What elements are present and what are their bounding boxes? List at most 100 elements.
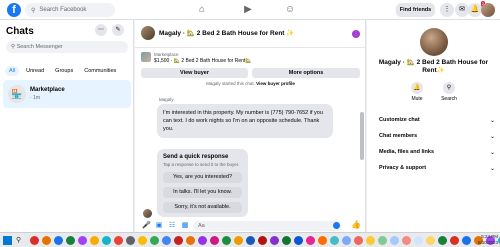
taskbar-apps: [30, 236, 500, 245]
privacy-support-label: Privacy & support: [379, 165, 427, 171]
message-input[interactable]: Aa: [193, 221, 341, 231]
taskbar-app-icon[interactable]: [102, 236, 111, 245]
taskbar-app-icon[interactable]: [282, 236, 291, 245]
listing-thumbnail[interactable]: [141, 52, 151, 62]
quick-reply-in-talks[interactable]: In talks. I'll let you know.: [163, 187, 242, 198]
taskbar-app-icon[interactable]: [210, 236, 219, 245]
taskbar-app-icon[interactable]: [246, 236, 255, 245]
more-options-button[interactable]: More options: [252, 68, 360, 78]
taskbar-app-icon[interactable]: [330, 236, 339, 245]
view-buyer-button[interactable]: View buyer: [141, 68, 248, 78]
chat-list-item-marketplace[interactable]: 🏪 Marketplace · 1m: [3, 80, 131, 108]
taskbar-app-icon[interactable]: [222, 236, 231, 245]
system-tray-clock[interactable]: 5:24 PM 8/10/2023: [448, 234, 498, 246]
filter-communities[interactable]: Communities: [80, 66, 120, 76]
taskbar-app-icon[interactable]: [90, 236, 99, 245]
taskbar-app-icon[interactable]: [390, 236, 399, 245]
taskbar-app-icon[interactable]: [294, 236, 303, 245]
taskbar-app-icon[interactable]: [234, 236, 243, 245]
quick-reply-yes[interactable]: Yes, are you interested?: [163, 172, 242, 183]
taskbar-app-icon[interactable]: [426, 236, 435, 245]
view-buyer-profile-link[interactable]: View buyer profile: [256, 81, 295, 86]
profile-avatar[interactable]: [481, 3, 495, 17]
taskbar-app-icon[interactable]: [54, 236, 63, 245]
sticker-icon[interactable]: ☷: [168, 221, 176, 230]
taskbar-app-icon[interactable]: [186, 236, 195, 245]
chevron-down-icon: ⌄: [489, 134, 495, 140]
facebook-search-input[interactable]: ⚲ Search Facebook: [25, 3, 115, 17]
gif-icon[interactable]: ▩: [181, 221, 189, 230]
quick-reply-not-available[interactable]: Sorry, it's not available.: [163, 202, 242, 213]
chat-time: · 1m: [30, 95, 40, 101]
more-options-icon[interactable]: ⋯: [95, 24, 107, 36]
listing-photo[interactable]: [420, 28, 448, 56]
taskbar-app-icon[interactable]: [378, 236, 387, 245]
taskbar-app-icon[interactable]: [414, 236, 423, 245]
privacy-support-row[interactable]: Privacy & support ⌄: [379, 165, 495, 172]
taskbar-app-icon[interactable]: [150, 236, 159, 245]
conversation-info-icon[interactable]: ⋮: [352, 30, 360, 38]
filter-unread[interactable]: Unread: [22, 66, 48, 76]
taskbar-app-icon[interactable]: [258, 236, 267, 245]
thumbs-up-icon[interactable]: 👍: [351, 220, 361, 230]
bell-icon[interactable]: 🔔 2: [468, 1, 485, 17]
conversation-title[interactable]: Magaly · 🏡 2 Bed 2 Bath House for Rent ✨: [159, 29, 294, 37]
taskbar-app-icon[interactable]: [342, 236, 351, 245]
scrollbar[interactable]: [360, 100, 364, 195]
image-icon[interactable]: ▣: [155, 221, 163, 230]
taskbar-app-icon[interactable]: [66, 236, 75, 245]
taskbar-app-icon[interactable]: [270, 236, 279, 245]
buyer-avatar[interactable]: [141, 26, 155, 40]
taskbar-app-icon[interactable]: [402, 236, 411, 245]
taskbar-app-icon[interactable]: [366, 236, 375, 245]
taskbar-app-icon[interactable]: [30, 236, 39, 245]
sender-avatar: [143, 209, 152, 218]
taskbar-app-icon[interactable]: [318, 236, 327, 245]
chats-title: Chats: [6, 26, 34, 37]
taskbar-app-icon[interactable]: [306, 236, 315, 245]
taskbar-app-icon[interactable]: [354, 236, 363, 245]
marketplace-icon: 🏪: [8, 85, 26, 103]
taskbar-app-icon[interactable]: [78, 236, 87, 245]
system-message-text: Magaly started this chat.: [206, 81, 255, 86]
mute-action[interactable]: 🔔 Mute: [405, 82, 429, 102]
taskbar-app-icon[interactable]: [162, 236, 171, 245]
watch-icon[interactable]: ▶: [241, 3, 255, 17]
chevron-down-icon: ⌄: [489, 118, 495, 124]
search-action[interactable]: ⚲ Search: [437, 82, 461, 102]
listing-source: Marketplace: [154, 52, 179, 57]
grid-menu-icon[interactable]: ⋮: [440, 3, 454, 17]
chats-sidebar: Chats ⋯ ✎ ⚲ Search Messenger All Unread …: [0, 20, 134, 232]
taskbar-app-icon[interactable]: [138, 236, 147, 245]
taskbar-app-icon[interactable]: [42, 236, 51, 245]
chat-members-label: Chat members: [379, 133, 418, 139]
emoji-icon[interactable]: [333, 222, 340, 229]
taskbar-app-icon[interactable]: [198, 236, 207, 245]
microphone-icon[interactable]: 🎤: [142, 221, 151, 230]
taskbar-app-icon[interactable]: [438, 236, 447, 245]
listing-card: Marketplace $1,500 · 🏡 2 Bed 2 Bath Hous…: [141, 50, 360, 78]
taskbar-app-icon[interactable]: [174, 236, 183, 245]
facebook-logo[interactable]: f: [7, 3, 21, 17]
customize-chat-row[interactable]: Customize chat ⌄: [379, 117, 495, 124]
find-friends-button[interactable]: Find friends: [396, 3, 435, 17]
scrollbar-thumb[interactable]: [360, 112, 364, 160]
filter-all[interactable]: All: [5, 66, 20, 76]
media-files-row[interactable]: Media, files and links ⌄: [379, 149, 495, 156]
filter-groups[interactable]: Groups: [51, 66, 77, 76]
new-message-icon[interactable]: ✎: [112, 24, 124, 36]
taskbar-app-icon[interactable]: [114, 236, 123, 245]
chat-members-row[interactable]: Chat members ⌄: [379, 133, 495, 140]
taskbar-app-icon[interactable]: [126, 236, 135, 245]
taskbar-search-icon[interactable]: ⚲: [16, 236, 25, 245]
system-message: Magaly started this chat. View buyer pro…: [135, 81, 366, 86]
home-icon[interactable]: ⌂: [195, 3, 209, 17]
details-title: Magaly · 🏡 2 Bed 2 Bath House for Rent✨: [378, 59, 489, 74]
windows-start-icon[interactable]: [3, 236, 12, 245]
messenger-icon[interactable]: ✉: [455, 3, 469, 17]
top-navigation-bar: f ⚲ Search Facebook ⌂ ▶ ☺ Find friends ⋮…: [0, 0, 500, 20]
messenger-search-input[interactable]: ⚲ Search Messenger: [6, 41, 128, 53]
listing-price-title[interactable]: $1,500 · 🏡 2 Bed 2 Bath House for Rent🏡: [154, 58, 252, 64]
groups-icon[interactable]: ☺: [283, 3, 297, 17]
bell-icon: 🔔: [411, 82, 423, 94]
